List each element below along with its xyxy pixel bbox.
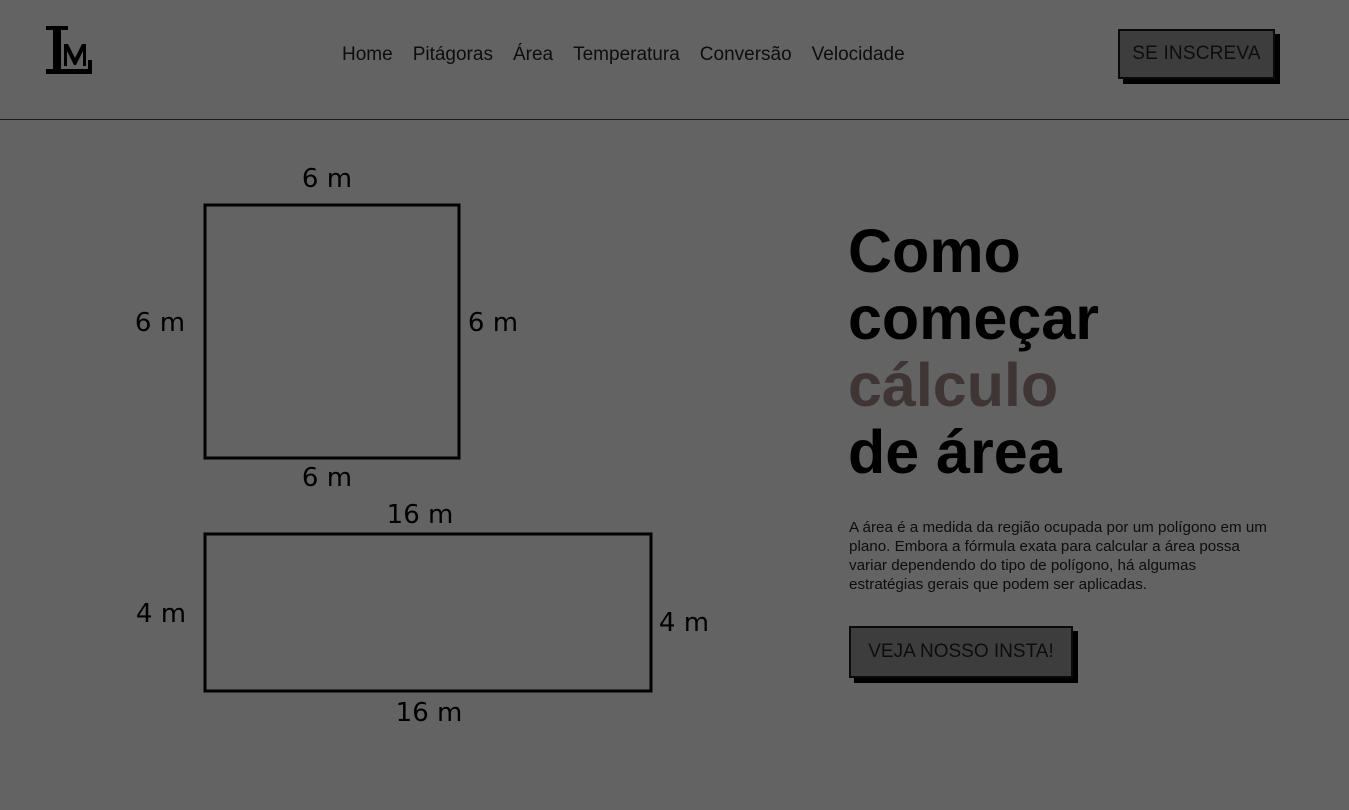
main-nav: Home Pitágoras Área Temperatura Conversã… (332, 41, 915, 69)
rectangle-right-label: 4 m (659, 608, 709, 638)
logo[interactable] (44, 22, 96, 80)
rectangle-bottom-label: 16 m (396, 698, 463, 728)
square-left-label: 6 m (135, 308, 185, 338)
title-line: de área (848, 418, 1062, 486)
nav-item-temperatura[interactable]: Temperatura (563, 41, 690, 69)
rectangle-shape (203, 532, 653, 693)
nav-item-area[interactable]: Área (503, 41, 563, 69)
nav-item-home[interactable]: Home (332, 41, 403, 69)
square-right-label: 6 m (468, 308, 518, 338)
hero-description: A área é a medida da região ocupada por … (849, 519, 1267, 593)
site-header: Home Pitágoras Área Temperatura Conversã… (0, 0, 1349, 120)
rectangle-left-label: 4 m (136, 599, 186, 629)
square-top-label: 6 m (302, 164, 352, 194)
instagram-button[interactable]: VEJA NOSSO INSTA! (849, 626, 1073, 678)
nav-item-velocidade[interactable]: Velocidade (802, 41, 915, 69)
page-title: Como começar cálculo de área (848, 218, 1099, 486)
square-shape (203, 203, 461, 460)
subscribe-button[interactable]: SE INSCREVA (1118, 29, 1275, 79)
logo-mark-icon (46, 26, 92, 74)
title-line: começar (848, 284, 1099, 352)
shapes-illustration: 6 m 6 m 6 m 6 m 16 m 4 m 4 m 16 m (135, 164, 709, 728)
area-diagram: 6 m 6 m 6 m 6 m 16 m 4 m 4 m 16 m (0, 121, 780, 761)
title-line: Como (848, 217, 1021, 285)
title-accent-line: cálculo (848, 351, 1059, 419)
square-bottom-label: 6 m (302, 463, 352, 493)
nav-item-conversao[interactable]: Conversão (690, 41, 802, 69)
nav-item-pitagoras[interactable]: Pitágoras (403, 41, 503, 69)
rectangle-top-label: 16 m (387, 500, 454, 530)
